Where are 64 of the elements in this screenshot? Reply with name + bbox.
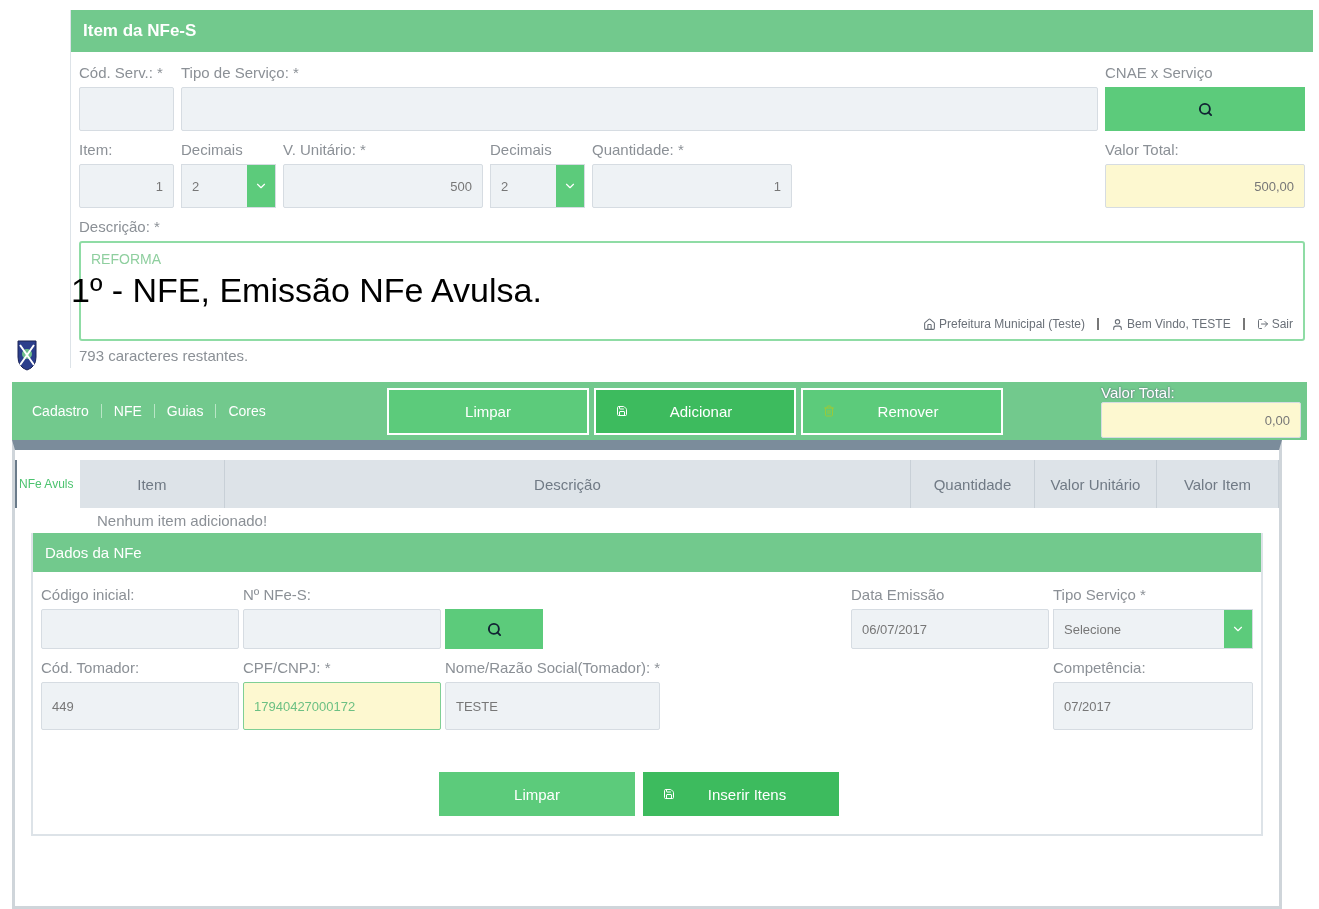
- slide-caption: 1º - NFE, Emissão NFe Avulsa.: [71, 273, 543, 307]
- field-label: Decimais: [490, 141, 553, 158]
- field-label: CNAE x Serviço: [1105, 64, 1214, 81]
- save-button[interactable]: Inserir Itens: [641, 770, 841, 818]
- field-label: Nº NFe-S:: [243, 586, 312, 603]
- field-label: Valor Total:: [1101, 384, 1176, 401]
- input-field[interactable]: [41, 609, 239, 649]
- remove-button[interactable]: Remover: [801, 387, 1003, 435]
- save-icon: [616, 405, 628, 417]
- header-link[interactable]: Prefeitura Municipal (Teste): [923, 317, 1086, 331]
- field-label: Competência:: [1053, 659, 1147, 676]
- select-field[interactable]: 2: [181, 164, 276, 208]
- save-button[interactable]: Adicionar: [594, 387, 796, 435]
- input-field[interactable]: 500: [283, 164, 483, 208]
- total-field[interactable]: 0,00: [1101, 402, 1301, 438]
- total-field[interactable]: 500,00: [1105, 164, 1305, 208]
- header-link[interactable]: Bem Vindo, TESTE: [1111, 317, 1231, 331]
- column-header: Valor Unitário: [1035, 460, 1157, 508]
- search-icon: [1197, 101, 1213, 117]
- user-icon: [1111, 317, 1125, 331]
- input-field[interactable]: 06/07/2017: [851, 609, 1049, 649]
- field-label: Quantidade: *: [592, 141, 685, 158]
- column-header: Quantidade: [911, 460, 1035, 508]
- field-label: CPF/CNPJ: *: [243, 659, 332, 676]
- input-field[interactable]: [243, 609, 441, 649]
- field-label: Nome/Razão Social(Tomador): *: [445, 659, 661, 676]
- field-label: Descrição: *: [79, 218, 161, 235]
- header-link[interactable]: Sair: [1256, 317, 1293, 331]
- search-icon: [486, 621, 502, 637]
- input-field[interactable]: 449: [41, 682, 239, 730]
- panel-header: Dados da NFe: [33, 533, 1261, 572]
- clear-button[interactable]: Limpar: [387, 387, 589, 435]
- field-label: Valor Total:: [1105, 141, 1180, 158]
- input-field[interactable]: 1: [592, 164, 792, 208]
- field-label: Cód. Serv.: *: [79, 64, 164, 81]
- column-header: Valor Item: [1157, 460, 1279, 508]
- search-button[interactable]: [1105, 87, 1305, 131]
- trash-icon: [823, 405, 835, 417]
- clear-button[interactable]: Limpar: [437, 770, 637, 818]
- column-header: Descrição: [224, 460, 911, 508]
- search-button[interactable]: [445, 609, 543, 649]
- exit-icon: [1256, 318, 1269, 330]
- panel-header: Item da NFe-S: [71, 10, 1313, 52]
- save-icon: [663, 788, 675, 800]
- input-field[interactable]: [181, 87, 1098, 131]
- field-label: Tipo de Serviço: *: [181, 64, 300, 81]
- empty-message: Nenhum item adicionado!: [97, 512, 269, 529]
- input-field[interactable]: TESTE: [445, 682, 661, 730]
- column-header: Item: [79, 460, 225, 508]
- field-label: Cód. Tomador:: [41, 659, 141, 676]
- field-label: Tipo Serviço *: [1053, 586, 1147, 603]
- select-field[interactable]: Selecione: [1053, 609, 1253, 649]
- field-label: Data Emissão: [851, 586, 946, 603]
- field-label: V. Unitário: *: [283, 141, 367, 158]
- select-field[interactable]: 2: [490, 164, 585, 208]
- input-field[interactable]: 07/2017: [1053, 682, 1253, 730]
- input-field[interactable]: 17940427000172: [243, 682, 441, 730]
- field-label: Item:: [79, 141, 114, 158]
- field-label: Decimais: [181, 141, 244, 158]
- input-field[interactable]: [79, 87, 174, 131]
- home-icon: [923, 317, 936, 331]
- field-label: Código inicial:: [41, 586, 136, 603]
- input-field[interactable]: 1: [79, 164, 174, 208]
- character-counter: 793 caracteres restantes.: [79, 347, 250, 364]
